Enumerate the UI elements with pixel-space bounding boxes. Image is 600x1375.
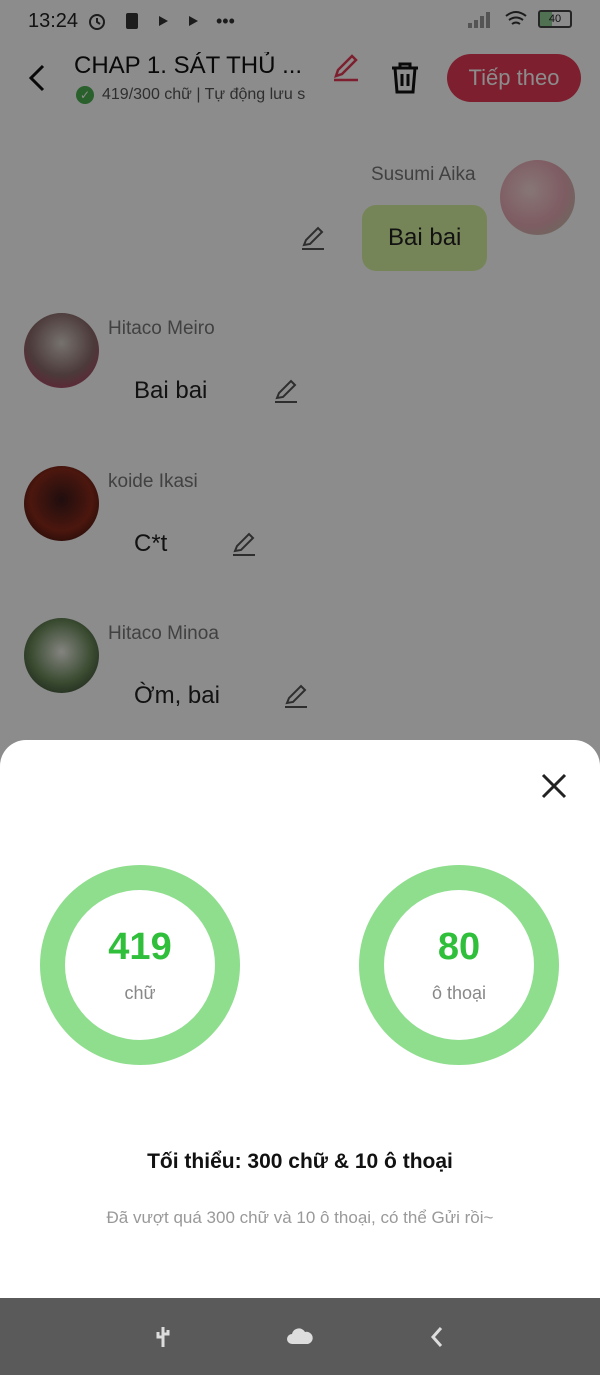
words-ring-inner: 419 chữ [65, 890, 215, 1040]
dialogs-ring-inner: 80 ô thoại [384, 890, 534, 1040]
minimum-requirement: Tối thiểu: 300 chữ & 10 ô thoại [147, 1150, 453, 1173]
words-count: 419 [108, 926, 172, 968]
dialogs-label: ô thoại [431, 983, 487, 1003]
system-nav-bar [0, 1298, 600, 1375]
nav-home-button[interactable] [285, 1322, 315, 1352]
close-button[interactable] [538, 770, 570, 802]
cloud-icon [287, 1328, 313, 1344]
dialogs-ring: 80 ô thoại [359, 865, 559, 1065]
cactus-icon [156, 1327, 170, 1347]
words-label: chữ [124, 983, 156, 1003]
nav-assist-button[interactable] [148, 1322, 178, 1352]
word-count-sheet: 419 chữ 80 ô thoại Tối thiểu: 300 chữ & … [0, 740, 600, 1298]
chevron-left-icon [430, 1327, 443, 1347]
nav-back-button[interactable] [422, 1322, 452, 1352]
requirement-hint: Đã vượt quá 300 chữ và 10 ô thoại, có th… [106, 1208, 494, 1227]
words-ring: 419 chữ [40, 865, 240, 1065]
close-icon [541, 773, 567, 799]
dialogs-count: 80 [437, 926, 481, 968]
